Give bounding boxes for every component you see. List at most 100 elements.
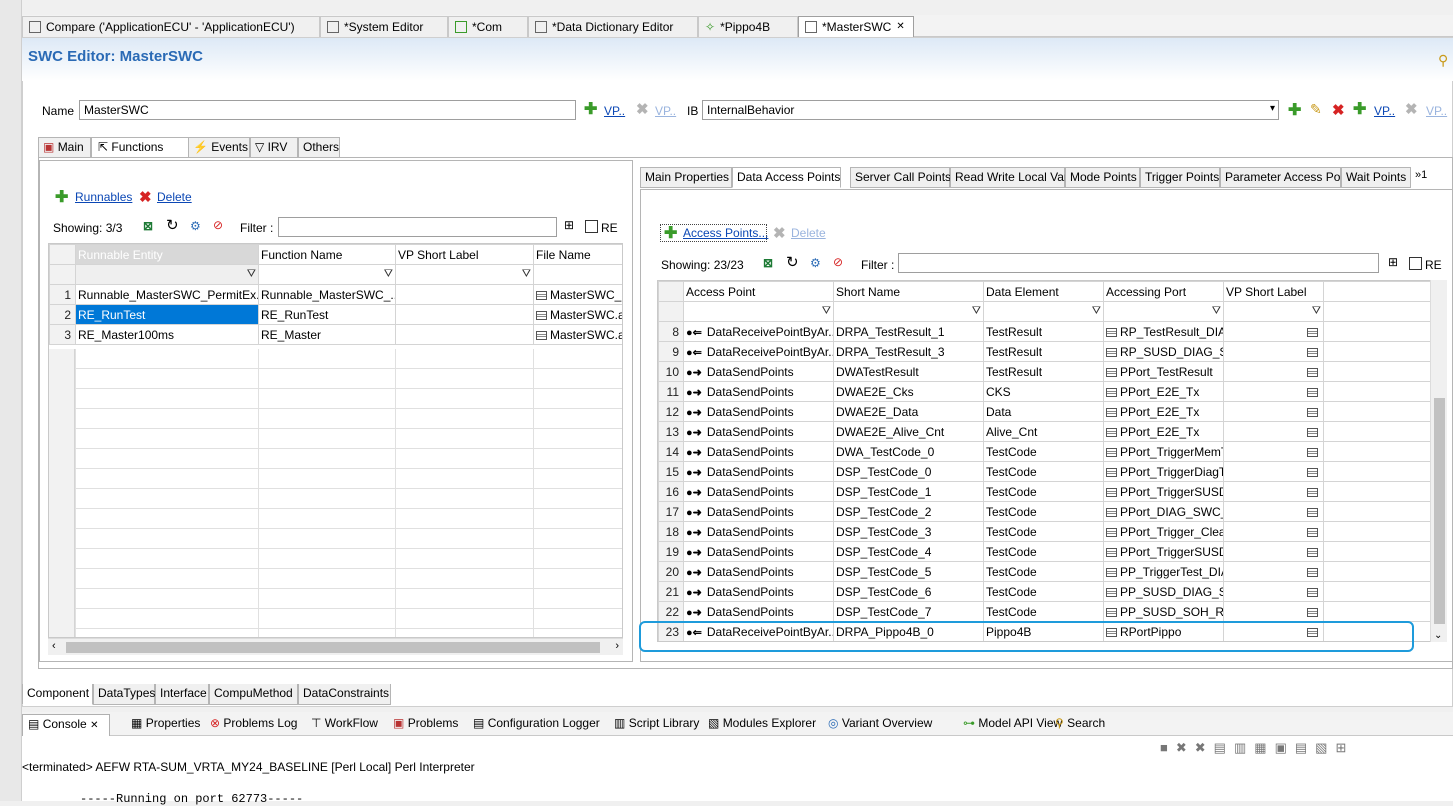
vp-short-label-cell[interactable] <box>1223 341 1324 362</box>
access-point-cell[interactable]: ●➜ DataSendPoints <box>683 581 834 602</box>
clear-console-icon[interactable]: ▤ <box>1214 740 1234 755</box>
file-name-cell[interactable]: MasterSWC_SUSD <box>533 284 622 305</box>
tab-com[interactable]: *Com <box>448 16 528 37</box>
short-name-cell[interactable]: DWAE2E_Data <box>833 401 984 422</box>
vp-short-label-cell[interactable] <box>1223 441 1324 462</box>
filter-cell[interactable]: ⛛ <box>683 301 834 322</box>
funnel-icon[interactable]: ⛛ <box>247 268 256 281</box>
file-name-cell[interactable]: MasterSWC.arxml <box>533 304 622 325</box>
tab-dataconstraints[interactable]: DataConstraints <box>298 684 391 705</box>
tab-configuration-logger[interactable]: ▤ Configuration Logger <box>468 714 605 736</box>
access-point-cell[interactable]: ●➜ DataSendPoints <box>683 601 834 622</box>
tab-compumethod[interactable]: CompuMethod <box>209 684 298 705</box>
table-row[interactable]: 13 ●➜ DataSendPoints DWAE2E_Alive_Cnt Alive_… <box>658 421 1430 442</box>
table-row[interactable]: 2 RE_RunTest RE_RunTest MasterSWC.arxml <box>49 304 622 325</box>
delete-runnable-link[interactable]: Delete <box>157 190 192 204</box>
short-name-cell[interactable]: DWATestResult <box>833 361 984 382</box>
filter-cell[interactable]: ⛛ <box>833 301 984 322</box>
filter-cell[interactable]: ⛛ <box>395 264 534 285</box>
data-element-cell[interactable]: TestCode <box>983 501 1104 522</box>
funnel-icon[interactable]: ⛛ <box>972 305 981 318</box>
tab-pippo4b[interactable]: ✧ *Pippo4B <box>698 16 798 37</box>
short-name-cell[interactable]: DSP_TestCode_2 <box>833 501 984 522</box>
vp-short-label-cell[interactable] <box>1223 421 1324 442</box>
table-row[interactable]: 1 Runnable_MasterSWC_PermitEx... Runnabl… <box>49 284 622 305</box>
runnable-entity-cell[interactable]: Runnable_MasterSWC_PermitEx... <box>75 284 259 305</box>
vp-short-label-cell[interactable] <box>1223 521 1324 542</box>
tab-datatypes[interactable]: DataTypes <box>93 684 155 705</box>
short-name-cell[interactable]: DSP_TestCode_3 <box>833 521 984 542</box>
function-name-cell[interactable]: Runnable_MasterSWC_... <box>258 284 396 305</box>
access-point-cell[interactable]: ●➜ DataSendPoints <box>683 501 834 522</box>
access-point-cell[interactable]: ●➜ DataSendPoints <box>683 441 834 462</box>
tab-irv[interactable]: ▽ IRV <box>250 137 298 158</box>
data-element-cell[interactable]: TestCode <box>983 601 1104 622</box>
refresh-icon[interactable]: ↻ <box>786 253 799 271</box>
refresh-icon[interactable]: ↻ <box>166 216 179 234</box>
scroll-thumb[interactable] <box>1434 398 1445 624</box>
accessing-port-cell[interactable]: PPort_Trigger_Clear... <box>1103 521 1224 542</box>
tab-compare[interactable]: Compare ('ApplicationECU' - 'Application… <box>22 16 320 37</box>
tab-search[interactable]: ⚲ Search <box>1050 714 1110 736</box>
access-point-cell[interactable]: ●⇐ DataReceivePointByAr... <box>683 321 834 342</box>
remove-all-icon[interactable]: ✖ <box>1195 740 1214 755</box>
tab-main-properties[interactable]: Main Properties <box>640 167 732 188</box>
accessing-port-cell[interactable]: PP_SUSD_SOH_Reset... <box>1103 601 1224 622</box>
remove-launch-icon[interactable]: ✖ <box>1176 740 1195 755</box>
data-element-cell[interactable]: TestCode <box>983 461 1104 482</box>
clear-filter-icon[interactable]: ⊘ <box>833 255 843 269</box>
tab-trigger-points[interactable]: Trigger Points <box>1140 167 1220 188</box>
name-field[interactable]: MasterSWC <box>79 100 576 120</box>
tab-properties[interactable]: ▦ Properties <box>126 714 205 736</box>
tab-interface[interactable]: Interface <box>155 684 209 705</box>
accessing-port-cell[interactable]: RP_SUSD_DIAG_SOH... <box>1103 341 1224 362</box>
terminate-icon[interactable]: ■ <box>1160 740 1176 755</box>
vp-short-label-cell[interactable] <box>1223 381 1324 402</box>
data-element-cell[interactable]: TestResult <box>983 361 1104 382</box>
show-output-icon[interactable]: ▣ <box>1275 740 1295 755</box>
data-element-cell[interactable]: CKS <box>983 381 1104 402</box>
access-point-cell[interactable]: ●➜ DataSendPoints <box>683 421 834 442</box>
tab-variant-overview[interactable]: ◎ Variant Overview <box>823 714 937 736</box>
vp-short-label-cell[interactable] <box>1223 461 1324 482</box>
tab-data-access-points[interactable]: Data Access Points <box>732 167 841 188</box>
data-element-cell[interactable]: TestCode <box>983 521 1104 542</box>
short-name-cell[interactable]: DSP_TestCode_5 <box>833 561 984 582</box>
funnel-icon[interactable]: ⛛ <box>822 305 831 318</box>
filter-cell[interactable]: ⛛ <box>75 264 259 285</box>
filter-options-icon[interactable]: ⊞ <box>1388 255 1398 269</box>
runnable-entity-cell[interactable]: RE_RunTest <box>75 304 259 325</box>
short-name-cell[interactable]: DSP_TestCode_7 <box>833 601 984 622</box>
access-point-cell[interactable]: ●⇐ DataReceivePointByAr... <box>683 341 834 362</box>
table-row[interactable]: 17 ●➜ DataSendPoints DSP_TestCode_2 TestCode… <box>658 501 1430 522</box>
funnel-icon[interactable]: ⛛ <box>1312 305 1321 318</box>
runnables-hscrollbar[interactable]: ‹ › <box>48 638 623 655</box>
col-data-element[interactable]: Data Element <box>983 281 1104 302</box>
vp-short-label-cell[interactable] <box>1223 561 1324 582</box>
add-vp-ib-icon[interactable]: ✚ <box>1353 102 1366 118</box>
add-runnable-icon[interactable]: ✚ <box>55 190 68 206</box>
short-name-cell[interactable]: DSP_TestCode_1 <box>833 481 984 502</box>
col-runnable-entity[interactable]: Runnable Entity <box>75 244 259 265</box>
short-name-cell[interactable]: DWAE2E_Cks <box>833 381 984 402</box>
data-element-cell[interactable]: TestCode <box>983 581 1104 602</box>
short-name-cell[interactable]: DRPA_TestResult_1 <box>833 321 984 342</box>
accessing-port-cell[interactable]: PPort_TriggerSUSD_... <box>1103 541 1224 562</box>
funnel-icon[interactable]: ⛛ <box>384 268 393 281</box>
accessing-port-cell[interactable]: PP_TriggerTest_DIAG... <box>1103 561 1224 582</box>
access-point-cell[interactable]: ●➜ DataSendPoints <box>683 561 834 582</box>
access-point-cell[interactable]: ●➜ DataSendPoints <box>683 481 834 502</box>
col-vp-short-label[interactable]: VP Short Label <box>395 244 534 265</box>
table-row[interactable]: 18 ●➜ DataSendPoints DSP_TestCode_3 TestCode… <box>658 521 1430 542</box>
access-point-cell[interactable]: ●➜ DataSendPoints <box>683 381 834 402</box>
delete-runnable-icon[interactable]: ✖ <box>139 190 152 205</box>
tab-console[interactable]: ▤ Console ✕ <box>22 714 110 736</box>
clear-filter-icon[interactable]: ⊘ <box>213 218 223 232</box>
vp-short-label-cell[interactable] <box>1223 361 1324 382</box>
settings-icon[interactable]: ⚙ <box>190 219 201 233</box>
vp-short-label-cell[interactable] <box>1223 481 1324 502</box>
add-ib-icon[interactable]: ✚ <box>1288 103 1301 119</box>
data-element-cell[interactable]: TestCode <box>983 441 1104 462</box>
tab-wait-points[interactable]: Wait Points <box>1341 167 1411 188</box>
accessing-port-cell[interactable]: PPort_E2E_Tx <box>1103 381 1224 402</box>
